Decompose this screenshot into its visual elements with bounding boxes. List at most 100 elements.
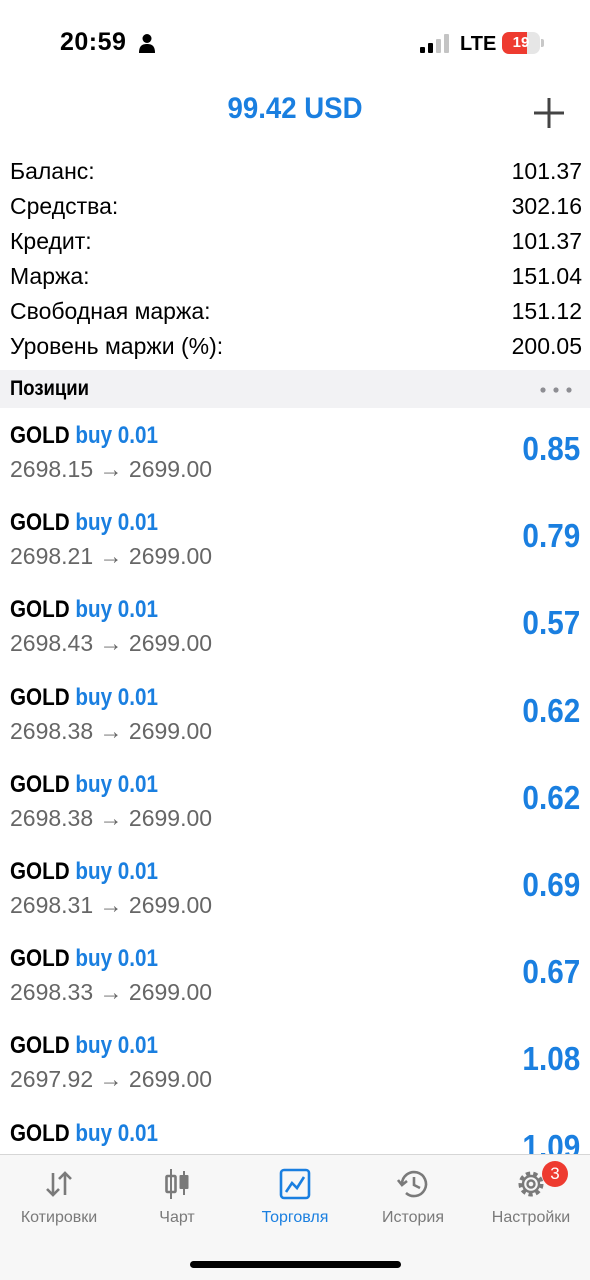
tab-history[interactable]: История bbox=[354, 1167, 472, 1237]
position-profit: 0.69 bbox=[522, 865, 580, 903]
position-profit: 0.62 bbox=[522, 691, 580, 729]
position-symbol: GOLD bbox=[10, 422, 70, 449]
summary-value: 151.04 bbox=[511, 263, 582, 289]
summary-value: 200.05 bbox=[511, 333, 582, 359]
summary-row-balance: Баланс: 101.37 bbox=[10, 154, 582, 189]
summary-row-margin-level: Уровень маржи (%): 200.05 bbox=[10, 329, 582, 364]
position-symbol: GOLD bbox=[10, 857, 70, 885]
position-title: GOLD buy 0.01 bbox=[10, 422, 158, 450]
trade-icon bbox=[279, 1168, 311, 1200]
position-row[interactable]: GOLD buy 0.01 2698.31 → 2699.00 0.69 bbox=[0, 844, 590, 931]
summary-label: Баланс: bbox=[10, 158, 95, 184]
tab-trade[interactable]: Торговля bbox=[236, 1167, 354, 1237]
position-type: buy 0.01 bbox=[75, 1119, 158, 1147]
plus-icon[interactable] bbox=[530, 94, 568, 132]
notification-badge: 3 bbox=[542, 1161, 568, 1187]
position-type: buy 0.01 bbox=[75, 1032, 158, 1060]
signal-icon bbox=[420, 34, 449, 53]
tab-quotes[interactable]: Котировки bbox=[0, 1167, 118, 1237]
summary-value: 302.16 bbox=[511, 193, 582, 219]
position-title: GOLD buy 0.01 bbox=[10, 684, 158, 712]
position-row[interactable]: GOLD buy 0.01 2698.21 → 2699.00 0.79 bbox=[0, 495, 590, 582]
summary-value: 151.12 bbox=[511, 298, 582, 324]
position-type: buy 0.01 bbox=[75, 857, 158, 885]
tab-label: Котировки bbox=[20, 1209, 98, 1226]
position-symbol: GOLD bbox=[10, 509, 70, 537]
position-prices: 2697.92 → 2699.00 bbox=[10, 1066, 213, 1093]
quotes-icon bbox=[46, 1171, 72, 1197]
position-prices: 2698.38 → 2699.00 bbox=[10, 804, 213, 831]
position-profit: 0.62 bbox=[522, 778, 580, 816]
summary-row-margin: Маржа: 151.04 bbox=[10, 259, 582, 294]
position-row[interactable]: GOLD buy 0.01 2698.15 → 2699.00 0.85 bbox=[0, 408, 590, 495]
network-type: LTE bbox=[460, 33, 497, 55]
position-title: GOLD buy 0.01 bbox=[10, 1120, 158, 1148]
position-profit: 0.67 bbox=[522, 953, 580, 991]
position-symbol: GOLD bbox=[10, 1032, 70, 1060]
position-row[interactable]: GOLD buy 0.01 2698.43 → 2699.00 0.57 bbox=[0, 582, 590, 669]
position-title: GOLD buy 0.01 bbox=[10, 509, 158, 537]
summary-row-equity: Средства: 302.16 bbox=[10, 189, 582, 224]
position-symbol: GOLD bbox=[10, 945, 70, 973]
position-title: GOLD buy 0.01 bbox=[10, 771, 158, 799]
summary-label: Средства: bbox=[10, 193, 119, 219]
position-prices: 2698.43 → 2699.00 bbox=[10, 630, 213, 657]
position-profit: 0.85 bbox=[522, 430, 580, 467]
position-type: buy 0.01 bbox=[75, 945, 158, 973]
summary-row-credit: Кредит: 101.37 bbox=[10, 224, 582, 259]
position-row[interactable]: GOLD buy 0.01 2697.92 → 2699.00 1.08 bbox=[0, 1018, 590, 1105]
position-row[interactable]: GOLD buy 0.01 2698.33 → 2699.00 0.67 bbox=[0, 931, 590, 1018]
position-prices: 2698.21 → 2699.00 bbox=[10, 543, 213, 570]
summary-label: Кредит: bbox=[10, 228, 92, 254]
tab-chart[interactable]: Чарт bbox=[118, 1167, 236, 1237]
position-profit: 1.09 bbox=[522, 1127, 580, 1155]
position-prices: 2698.38 → 2699.00 bbox=[10, 717, 213, 744]
position-symbol: GOLD bbox=[10, 770, 70, 798]
tab-settings[interactable]: 3 Настройки bbox=[472, 1161, 590, 1237]
position-profit: 0.79 bbox=[522, 517, 580, 555]
summary-label: Уровень маржи (%): bbox=[10, 333, 224, 359]
tab-label: Настройки bbox=[491, 1209, 571, 1226]
status-bar: 20:59 LTE 19 bbox=[0, 0, 590, 88]
position-type: buy 0.01 bbox=[75, 509, 158, 537]
position-row[interactable]: GOLD buy 0.01 2698.38 → 2699.00 0.62 bbox=[0, 757, 590, 844]
summary-row-free-margin: Свободная маржа: 151.12 bbox=[10, 294, 582, 329]
status-time: 20:59 bbox=[60, 28, 127, 56]
summary-label: Свободная маржа: bbox=[10, 298, 211, 324]
account-summary: Баланс: 101.37 Средства: 302.16 Кредит: … bbox=[10, 154, 582, 364]
battery-icon: 19 bbox=[502, 32, 540, 54]
chart-candles-icon bbox=[165, 1169, 189, 1199]
position-title: GOLD buy 0.01 bbox=[10, 1032, 158, 1060]
position-row[interactable]: GOLD buy 0.01 2698.38 → 2699.00 0.62 bbox=[0, 670, 590, 757]
summary-value: 101.37 bbox=[511, 228, 582, 254]
tab-label: Торговля bbox=[261, 1209, 329, 1226]
account-balance-title: 99.42 USD bbox=[227, 92, 363, 125]
position-prices: 2698.33 → 2699.00 bbox=[10, 979, 213, 1006]
more-dots-icon[interactable] bbox=[540, 387, 572, 393]
position-row[interactable]: GOLD buy 0.01 1.09 bbox=[0, 1106, 590, 1155]
position-title: GOLD buy 0.01 bbox=[10, 858, 158, 886]
positions-section-header: Позиции bbox=[0, 370, 590, 408]
summary-value: 101.37 bbox=[511, 158, 582, 184]
positions-list: GOLD buy 0.01 2698.15 → 2699.00 0.85 GOL… bbox=[0, 408, 590, 1154]
history-icon bbox=[397, 1170, 428, 1198]
position-prices: 2698.31 → 2699.00 bbox=[10, 891, 213, 918]
section-title: Позиции bbox=[10, 377, 89, 400]
position-title: GOLD buy 0.01 bbox=[10, 945, 158, 973]
position-type: buy 0.01 bbox=[75, 596, 158, 624]
tab-label: Чарт bbox=[159, 1209, 195, 1226]
home-indicator[interactable] bbox=[190, 1261, 401, 1268]
summary-label: Маржа: bbox=[10, 263, 90, 289]
position-symbol: GOLD bbox=[10, 683, 70, 711]
position-symbol: GOLD bbox=[10, 596, 70, 624]
position-symbol: GOLD bbox=[10, 1119, 70, 1147]
position-type: buy 0.01 bbox=[75, 770, 158, 798]
position-title: GOLD buy 0.01 bbox=[10, 596, 158, 624]
battery-nub bbox=[541, 39, 544, 47]
person-icon bbox=[139, 34, 155, 53]
battery-level: 19 bbox=[512, 34, 530, 51]
position-prices: 2698.15 → 2699.00 bbox=[10, 456, 213, 482]
position-type: buy 0.01 bbox=[75, 422, 158, 449]
position-profit: 0.57 bbox=[522, 604, 580, 642]
position-type: buy 0.01 bbox=[75, 683, 158, 711]
